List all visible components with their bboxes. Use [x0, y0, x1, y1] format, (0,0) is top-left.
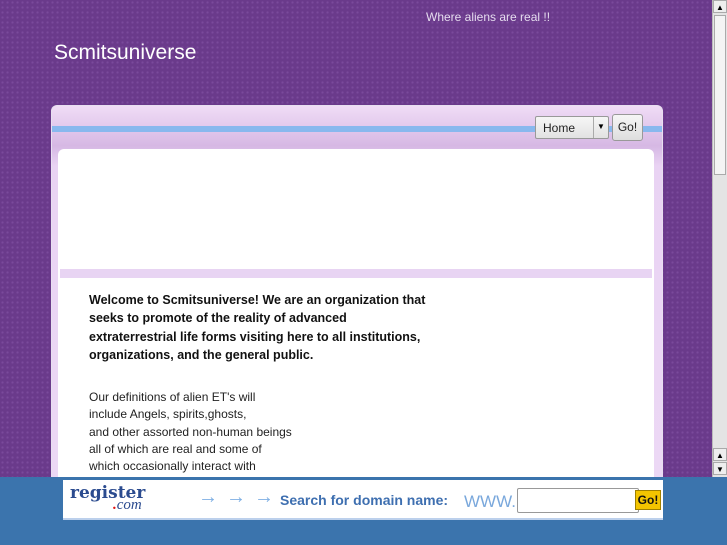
divider-band — [60, 269, 652, 278]
definitions-line: Our definitions of alien ET's will — [89, 390, 256, 404]
scroll-up-icon[interactable]: ▲ — [713, 448, 727, 461]
scrollbar-thumb[interactable] — [714, 15, 726, 175]
vertical-scrollbar[interactable]: ▲ ▲ ▼ — [712, 0, 727, 477]
register-logo-com: .com — [113, 497, 142, 513]
content-panel: Welcome to Scmitsuniverse! We are an org… — [58, 149, 654, 489]
definitions-line: which occasionally interact with — [89, 459, 256, 474]
www-label: WWW. — [464, 492, 516, 511]
scroll-up-icon[interactable]: ▲ — [713, 0, 727, 13]
domain-go-button[interactable]: Go! — [635, 490, 661, 510]
page-select-value: Home — [543, 121, 576, 135]
arrow-right-icon: →→→ — [198, 486, 282, 508]
definitions-line: all of which are real and some of — [89, 441, 262, 456]
search-domain-label: Search for domain name: — [280, 492, 449, 508]
site-title[interactable]: Scmitsuniverse — [54, 41, 196, 65]
domain-input[interactable] — [517, 488, 639, 513]
main-container: Home ▼ Go! Welcome to Scmitsuniverse! We… — [51, 105, 663, 489]
domain-ad-bar: register .com →→→ Search for domain name… — [0, 477, 727, 545]
welcome-text: Welcome to Scmitsuniverse! We are an org… — [89, 293, 426, 362]
chevron-down-icon[interactable]: ▼ — [593, 117, 608, 138]
definitions-line: and other assorted non-human beings — [89, 424, 292, 439]
site-tagline: Where aliens are real !! — [426, 10, 551, 24]
nav-go-button[interactable]: Go! — [612, 114, 643, 141]
page-select[interactable]: Home ▼ — [535, 116, 609, 139]
definitions-text: Our definitions of alien ET's will inclu… — [89, 389, 292, 475]
scroll-down-icon[interactable]: ▼ — [713, 462, 727, 475]
definitions-line: include Angels, spirits,ghosts, — [89, 407, 247, 422]
register-banner: register .com →→→ Search for domain name… — [63, 480, 663, 520]
